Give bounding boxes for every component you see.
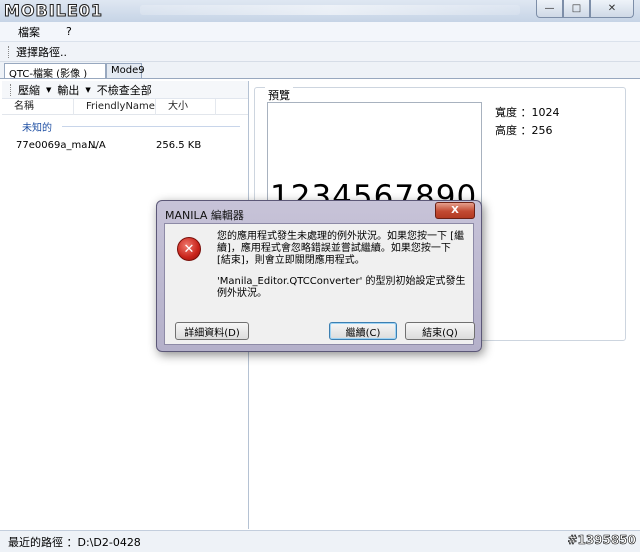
export-dropdown-icon[interactable]: ▼ bbox=[85, 86, 90, 94]
column-friendlyname[interactable]: FriendlyName bbox=[74, 98, 156, 115]
list-toolbar-grip bbox=[10, 83, 13, 96]
dialog-close-button[interactable]: X bbox=[435, 202, 475, 219]
menu-help[interactable]: ? bbox=[66, 25, 72, 38]
uncheck-all-button[interactable]: 不檢查全部 bbox=[97, 82, 152, 98]
dialog-body: ✕ 您的應用程式發生未處理的例外狀況。如果您按一下 [繼續]，應用程式會忽略錯誤… bbox=[164, 223, 475, 345]
tab-strip: QTC-檔案 (影像 ) Mode9 bbox=[0, 62, 640, 80]
preview-label: 預覽 bbox=[265, 87, 293, 103]
quit-button[interactable]: 結束(Q) bbox=[405, 322, 475, 340]
dialog-detail: 'Manila_Editor.QTCConverter' 的型別初始設定式發生例… bbox=[217, 276, 466, 299]
recent-path: 最近的路徑 ：D:\D2-0428 bbox=[8, 535, 141, 549]
window-title-blurred bbox=[140, 5, 520, 15]
details-button[interactable]: 詳細資料(D) bbox=[175, 322, 249, 340]
list-item-friendlyname: N/A bbox=[88, 139, 106, 151]
minimize-button[interactable]: — bbox=[536, 0, 563, 18]
menu-file[interactable]: 檔案 bbox=[18, 24, 40, 40]
dialog-message: 您的應用程式發生未處理的例外狀況。如果您按一下 [繼續]，應用程式會忽略錯誤並嘗… bbox=[217, 231, 465, 266]
column-name[interactable]: 名稱 bbox=[2, 98, 74, 115]
compress-dropdown-icon[interactable]: ▼ bbox=[46, 86, 51, 94]
continue-button[interactable]: 繼續(C) bbox=[329, 322, 397, 340]
menu-bar: 檔案 ? bbox=[0, 22, 640, 42]
select-path-button[interactable]: 選擇路徑.. bbox=[16, 44, 67, 60]
list-group-header[interactable]: 未知的 bbox=[2, 115, 248, 134]
title-bar: MOBILE01 — □ ✕ bbox=[0, 0, 640, 22]
image-height: 高度 ：256 bbox=[495, 124, 553, 137]
mobile01-logo: MOBILE01 bbox=[3, 1, 104, 21]
maximize-button[interactable]: □ bbox=[563, 0, 590, 18]
toolbar-grip[interactable] bbox=[8, 45, 11, 58]
tab-qtc[interactable]: QTC-檔案 (影像 ) bbox=[4, 63, 106, 80]
list-toolbar: 壓縮 ▼ 輸出 ▼ 不檢查全部 bbox=[2, 81, 248, 99]
list-header: 名稱 FriendlyName 大小 bbox=[2, 98, 248, 115]
error-dialog: MANILA 編輯器 X ✕ 您的應用程式發生未處理的例外狀況。如果您按一下 [… bbox=[156, 200, 482, 352]
main-toolbar: 選擇路徑.. bbox=[0, 42, 640, 62]
dialog-title: MANILA 編輯器 bbox=[165, 209, 244, 222]
close-button[interactable]: ✕ bbox=[590, 0, 634, 18]
list-item[interactable]: 77e0069a_ma... N/A 256.5 KB bbox=[2, 137, 248, 153]
status-bar: 最近的路徑 ：D:\D2-0428 bbox=[0, 530, 640, 552]
image-width: 寬度 ：1024 bbox=[495, 106, 560, 119]
list-item-size: 256.5 KB bbox=[156, 139, 202, 151]
compress-button[interactable]: 壓縮 bbox=[18, 82, 40, 98]
export-button[interactable]: 輸出 bbox=[57, 82, 79, 98]
watermark-id: #1395850 bbox=[567, 533, 636, 548]
list-item-name: 77e0069a_ma... bbox=[16, 139, 97, 151]
column-size[interactable]: 大小 bbox=[156, 98, 216, 115]
error-icon: ✕ bbox=[177, 237, 201, 261]
window-controls: — □ ✕ bbox=[536, 0, 634, 18]
tab-mode9[interactable]: Mode9 bbox=[106, 63, 145, 78]
